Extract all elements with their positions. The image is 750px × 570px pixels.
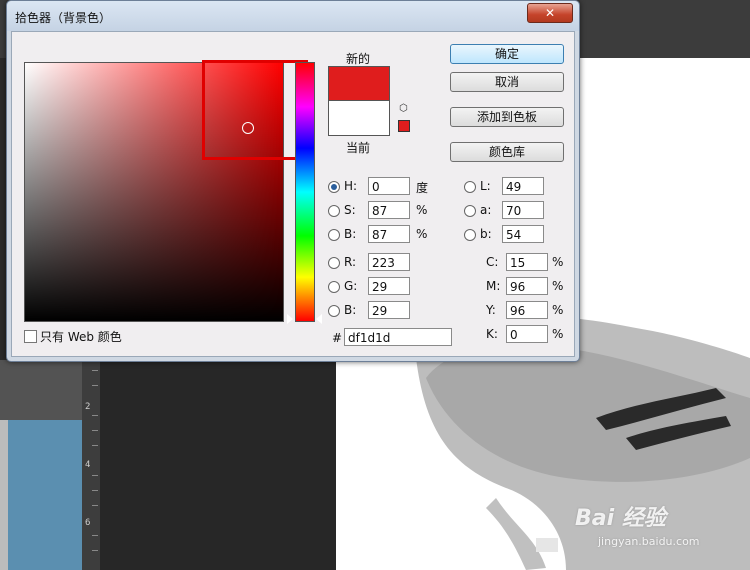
- new-color-label: 新的: [346, 52, 371, 66]
- watermark-url: jingyan.baidu.com: [598, 535, 700, 548]
- vertical-ruler: 2 4 6: [82, 360, 101, 570]
- lab-b-radio[interactable]: [464, 229, 476, 241]
- color-picker-dialog: 拾色器（背景色） ✕ 只有 Web 颜色 新的 当前 ⬡ 确定 取消 添加到色板…: [6, 0, 580, 362]
- hsb-b-label: B:: [344, 227, 357, 241]
- lab-b-label: b:: [480, 227, 492, 241]
- s-unit: %: [416, 203, 428, 217]
- h-label: H:: [344, 179, 358, 193]
- m-label: M:: [486, 279, 501, 293]
- h-unit: 度: [416, 181, 429, 195]
- web-colors-checkbox[interactable]: [24, 330, 37, 343]
- rgb-b-input[interactable]: 29: [368, 301, 410, 319]
- ok-button[interactable]: 确定: [450, 44, 564, 64]
- h-radio[interactable]: [328, 181, 340, 193]
- hex-input[interactable]: df1d1d: [344, 328, 452, 346]
- y-label: Y:: [486, 303, 496, 317]
- hex-label: #: [332, 331, 343, 345]
- hsb-b-unit: %: [416, 227, 428, 241]
- lab-b-input[interactable]: 54: [502, 225, 544, 243]
- lab-l-radio[interactable]: [464, 181, 476, 193]
- c-label: C:: [486, 255, 499, 269]
- m-unit: %: [552, 279, 564, 293]
- red-highlight-annotation: [202, 60, 308, 160]
- lab-a-radio[interactable]: [464, 205, 476, 217]
- web-safe-cube-icon[interactable]: ⬡: [399, 104, 409, 114]
- s-input[interactable]: 87: [368, 201, 410, 219]
- current-color-swatch[interactable]: [328, 100, 390, 136]
- m-input[interactable]: 96: [506, 277, 548, 295]
- s-label: S:: [344, 203, 356, 217]
- current-color-label: 当前: [346, 141, 371, 155]
- hue-slider-handle-right[interactable]: [316, 314, 322, 324]
- ruler-label: 6: [85, 518, 91, 528]
- h-input[interactable]: 0: [368, 177, 410, 195]
- cancel-button[interactable]: 取消: [450, 72, 564, 92]
- lab-a-input[interactable]: 70: [502, 201, 544, 219]
- watermark: Bai 经验: [575, 506, 666, 531]
- k-unit: %: [552, 327, 564, 341]
- left-panel: [0, 360, 82, 570]
- c-input[interactable]: 15: [506, 253, 548, 271]
- g-label: G:: [344, 279, 358, 293]
- lab-a-label: a:: [480, 203, 492, 217]
- web-colors-label: 只有 Web 颜色: [40, 330, 122, 344]
- lab-l-input[interactable]: 49: [502, 177, 544, 195]
- r-input[interactable]: 223: [368, 253, 410, 271]
- hue-slider[interactable]: [295, 62, 315, 322]
- ruler-label: 2: [85, 402, 91, 412]
- rgb-b-label: B:: [344, 303, 357, 317]
- title-bar[interactable]: 拾色器（背景色） ✕: [7, 1, 579, 31]
- k-label: K:: [486, 327, 498, 341]
- ruler-label: 4: [85, 460, 91, 470]
- dialog-title: 拾色器（背景色）: [15, 11, 112, 25]
- new-color-swatch: [328, 66, 390, 101]
- lab-l-label: L:: [480, 179, 491, 193]
- close-button[interactable]: ✕: [527, 3, 573, 23]
- canvas-area: [100, 360, 340, 570]
- s-radio[interactable]: [328, 205, 340, 217]
- y-input[interactable]: 96: [506, 301, 548, 319]
- k-input[interactable]: 0: [506, 325, 548, 343]
- add-to-swatches-button[interactable]: 添加到色板: [450, 107, 564, 127]
- dialog-body: 只有 Web 颜色 新的 当前 ⬡ 确定 取消 添加到色板 颜色库 H: 0 度…: [11, 31, 575, 357]
- g-radio[interactable]: [328, 281, 340, 293]
- g-input[interactable]: 29: [368, 277, 410, 295]
- r-label: R:: [344, 255, 357, 269]
- hsb-b-radio[interactable]: [328, 229, 340, 241]
- rgb-b-radio[interactable]: [328, 305, 340, 317]
- hsb-b-input[interactable]: 87: [368, 225, 410, 243]
- y-unit: %: [552, 303, 564, 317]
- r-radio[interactable]: [328, 257, 340, 269]
- color-libraries-button[interactable]: 颜色库: [450, 142, 564, 162]
- web-safe-color-swatch[interactable]: [398, 120, 410, 132]
- c-unit: %: [552, 255, 564, 269]
- hue-slider-handle-left[interactable]: [287, 314, 293, 324]
